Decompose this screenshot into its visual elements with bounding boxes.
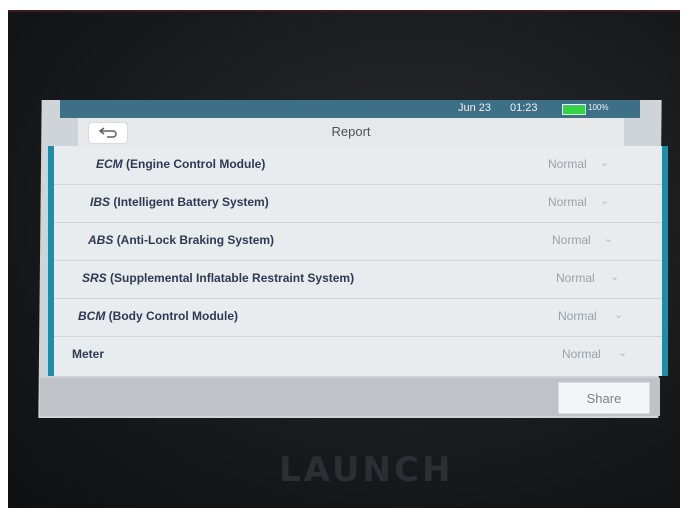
system-label: ABS (Anti-Lock Braking System) — [88, 233, 275, 247]
chevron-down-icon: ⌄ — [604, 233, 614, 245]
share-button[interactable]: Share — [558, 382, 650, 414]
page-title: Report — [331, 124, 371, 139]
system-status: Normal — [548, 195, 587, 209]
status-date: Jun 23 — [458, 102, 492, 114]
battery-icon — [562, 104, 586, 115]
system-status: Normal — [556, 271, 595, 285]
system-status: Normal — [552, 233, 591, 247]
status-time: 01:23 — [510, 102, 538, 114]
system-label: BCM (Body Control Module) — [78, 309, 238, 323]
system-row-srs[interactable]: SRS (Supplemental Inflatable Restraint S… — [54, 260, 662, 299]
system-row-meter[interactable]: Meter Normal ⌄ — [54, 336, 662, 374]
system-row-ibs[interactable]: IBS (Intelligent Battery System) Normal … — [54, 184, 662, 223]
system-row-ecm[interactable]: ECM (Engine Control Module) Normal ⌄ — [54, 146, 662, 185]
status-bar: Jun 23 01:23 100% — [60, 100, 640, 118]
battery-percent: 100% — [588, 103, 609, 112]
system-status: Normal — [548, 157, 587, 171]
system-list: ECM (Engine Control Module) Normal ⌄ IBS… — [48, 146, 668, 376]
chevron-down-icon: ⌄ — [600, 195, 610, 207]
system-row-abs[interactable]: ABS (Anti-Lock Braking System) Normal ⌄ — [54, 222, 662, 261]
system-label: IBS (Intelligent Battery System) — [90, 195, 269, 209]
system-row-bcm[interactable]: BCM (Body Control Module) Normal ⌄ — [54, 298, 662, 337]
bottom-bar: Share — [40, 378, 660, 416]
chevron-down-icon: ⌄ — [618, 347, 628, 359]
title-bar: Report — [78, 118, 624, 147]
chevron-down-icon: ⌄ — [600, 157, 610, 169]
chevron-down-icon: ⌄ — [614, 309, 624, 321]
system-status: Normal — [562, 347, 601, 361]
photo-background: LAUNCH Jun 23 01:23 100% Report ECM (Eng… — [0, 0, 688, 514]
chevron-down-icon: ⌄ — [610, 271, 620, 283]
system-label: ECM (Engine Control Module) — [96, 157, 266, 171]
system-label: Meter — [72, 347, 105, 361]
system-status: Normal — [558, 309, 597, 323]
brand-logo: LAUNCH — [279, 450, 454, 490]
system-label: SRS (Supplemental Inflatable Restraint S… — [82, 271, 355, 285]
